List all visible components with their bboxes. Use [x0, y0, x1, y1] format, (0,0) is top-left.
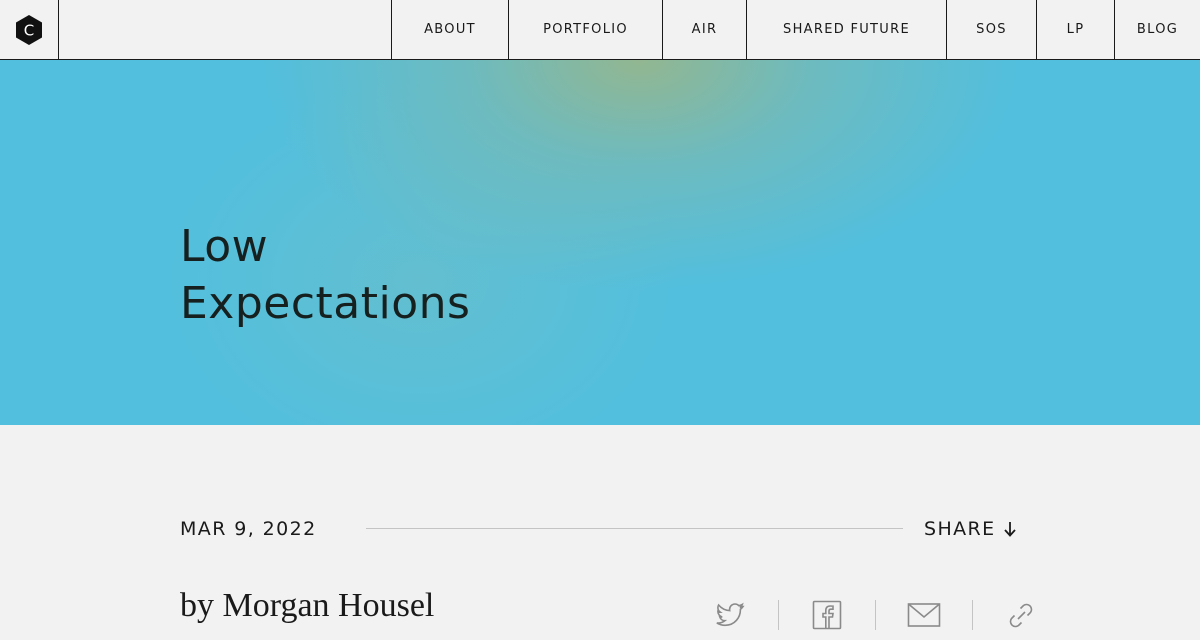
- logo-icon: C: [16, 14, 42, 45]
- nav-item-portfolio[interactable]: PORTFOLIO: [508, 0, 662, 59]
- link-icon: [1009, 603, 1033, 628]
- page-title-line-2: Expectations: [180, 278, 471, 329]
- copy-link-button[interactable]: [991, 600, 1051, 636]
- page-title-line-1: Low: [180, 221, 269, 272]
- share-separator: [972, 600, 973, 630]
- mail-icon: [907, 603, 941, 627]
- share-separator: [778, 600, 779, 630]
- nav-item-sos[interactable]: SOS: [946, 0, 1036, 59]
- site-header: C ABOUT PORTFOLIO AIR SHARED FUTURE SOS …: [0, 0, 1200, 60]
- meta-divider: [366, 528, 903, 529]
- nav-item-shared-future[interactable]: SHARED FUTURE: [746, 0, 946, 59]
- nav-item-blog[interactable]: BLOG: [1114, 0, 1200, 59]
- nav-item-lp[interactable]: LP: [1036, 0, 1114, 59]
- share-toggle-button[interactable]: SHARE: [924, 516, 1018, 542]
- twitter-icon: [716, 602, 745, 627]
- author-byline: by Morgan Housel: [180, 587, 435, 624]
- svg-text:C: C: [24, 21, 34, 39]
- nav-item-air[interactable]: AIR: [662, 0, 746, 59]
- share-facebook-button[interactable]: [797, 600, 857, 636]
- main-nav: ABOUT PORTFOLIO AIR SHARED FUTURE SOS LP…: [391, 0, 1200, 59]
- arrow-down-icon: [1002, 520, 1018, 538]
- nav-item-about[interactable]: ABOUT: [391, 0, 508, 59]
- share-label: SHARE: [924, 518, 996, 540]
- facebook-icon: [812, 600, 842, 630]
- share-twitter-button[interactable]: [700, 600, 760, 636]
- hero-banner: Low Expectations: [0, 60, 1200, 425]
- logo-link[interactable]: C: [0, 0, 59, 59]
- post-date: MAR 9, 2022: [180, 518, 317, 540]
- share-separator: [875, 600, 876, 630]
- page-title: Low Expectations: [180, 218, 470, 332]
- share-email-button[interactable]: [894, 600, 954, 636]
- share-icon-row: [700, 600, 1051, 640]
